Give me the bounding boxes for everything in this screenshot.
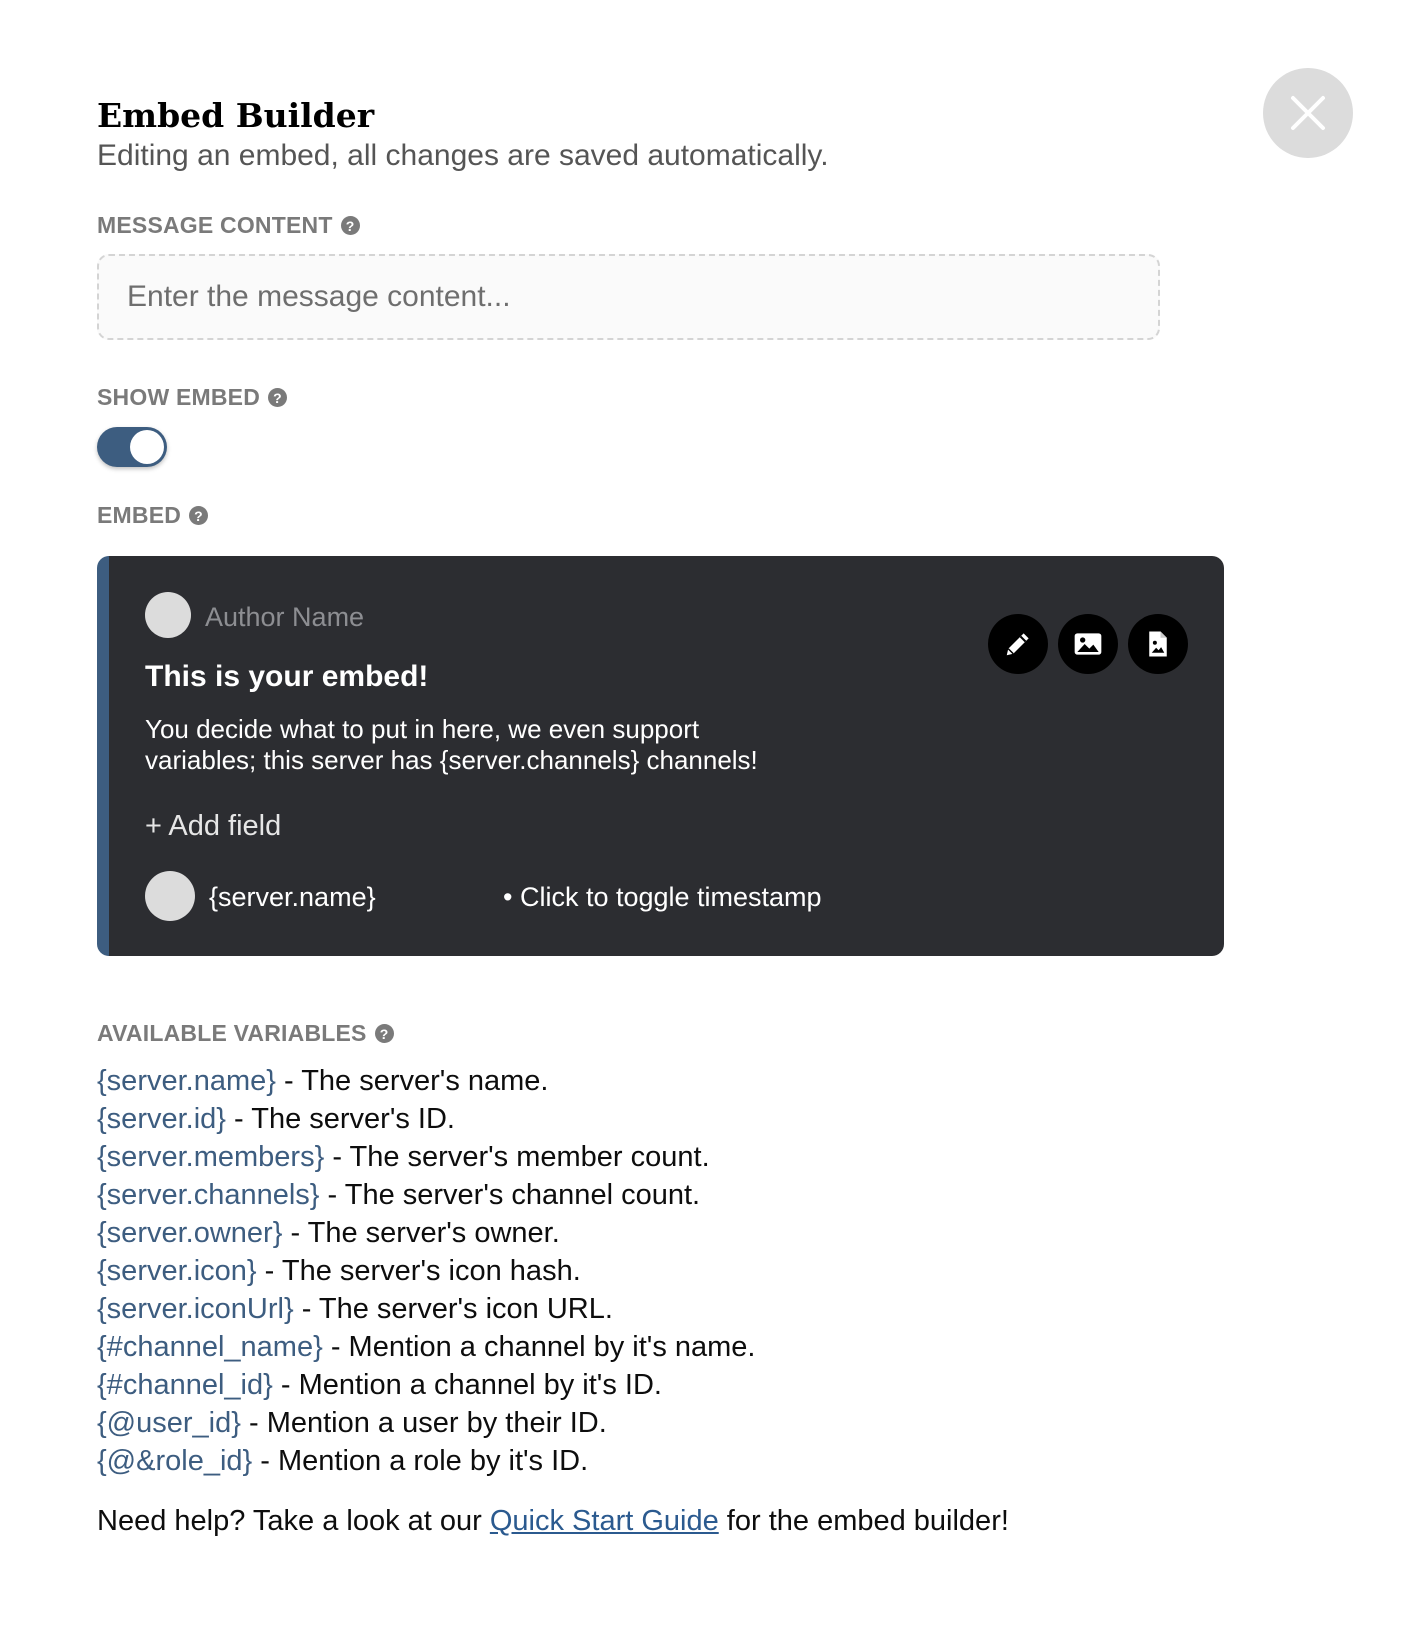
list-item: {server.id} - The server's ID.: [97, 1100, 755, 1138]
variables-list: {server.name} - The server's name. {serv…: [97, 1062, 755, 1480]
show-embed-label-text: SHOW EMBED: [97, 384, 260, 410]
list-item: {server.name} - The server's name.: [97, 1062, 755, 1100]
footer-icon[interactable]: [145, 871, 195, 921]
close-button[interactable]: [1263, 68, 1353, 158]
embed-actions: [988, 614, 1188, 674]
help-text: Need help? Take a look at our Quick Star…: [97, 1505, 1009, 1538]
message-content-label: MESSAGE CONTENT ?: [97, 212, 360, 239]
embed-label-text: EMBED: [97, 502, 182, 528]
help-text-suffix: for the embed builder!: [718, 1505, 1009, 1537]
variable-name: {server.members}: [97, 1141, 325, 1173]
add-field-button[interactable]: + Add field: [145, 810, 281, 843]
variable-description: - The server's icon URL.: [293, 1293, 613, 1325]
help-icon[interactable]: ?: [374, 1024, 394, 1043]
variable-name: {server.channels}: [97, 1179, 320, 1211]
edit-embed-button[interactable]: [988, 614, 1048, 674]
embed-description-line: You decide what to put in here, we even …: [145, 714, 700, 744]
author-avatar[interactable]: [145, 592, 191, 638]
variable-description: - The server's channel count.: [319, 1179, 701, 1211]
variable-description: - Mention a channel by it's name.: [322, 1331, 756, 1363]
help-icon[interactable]: ?: [268, 388, 287, 407]
page-title: Embed Builder: [97, 96, 375, 135]
list-item: {#channel_id} - Mention a channel by it'…: [97, 1366, 755, 1404]
list-item: {server.icon} - The server's icon hash.: [97, 1252, 755, 1290]
quick-start-guide-link[interactable]: Quick Start Guide: [490, 1505, 719, 1537]
variable-description: - The server's member count.: [324, 1141, 710, 1173]
message-content-label-text: MESSAGE CONTENT: [97, 212, 333, 238]
footer-text[interactable]: {server.name}: [209, 882, 376, 913]
variable-description: - Mention a user by their ID.: [240, 1407, 607, 1439]
help-icon[interactable]: ?: [189, 506, 209, 525]
variable-description: - Mention a channel by it's ID.: [272, 1369, 662, 1401]
show-embed-label: SHOW EMBED ?: [97, 384, 287, 411]
variable-name: {#channel_name}: [97, 1331, 323, 1363]
available-variables-label-text: AVAILABLE VARIABLES: [97, 1020, 367, 1046]
variable-name: {server.owner}: [97, 1217, 283, 1249]
variable-name: {@&role_id}: [97, 1445, 253, 1477]
page-subtitle: Editing an embed, all changes are saved …: [97, 139, 829, 172]
author-name[interactable]: Author Name: [205, 602, 364, 633]
embed-description-line: variables; this server has {server.chann…: [145, 745, 758, 775]
variable-description: - The server's owner.: [282, 1217, 560, 1249]
timestamp-toggle[interactable]: • Click to toggle timestamp: [503, 882, 822, 913]
list-item: {@&role_id} - Mention a role by it's ID.: [97, 1442, 755, 1480]
file-image-icon: [1149, 631, 1167, 657]
list-item: {server.members} - The server's member c…: [97, 1138, 755, 1176]
variable-name: {server.icon}: [97, 1255, 257, 1287]
message-content-input[interactable]: [97, 254, 1160, 340]
list-item: {server.iconUrl} - The server's icon URL…: [97, 1290, 755, 1328]
available-variables-label: AVAILABLE VARIABLES ?: [97, 1020, 394, 1047]
help-icon[interactable]: ?: [340, 216, 360, 235]
image-icon: [1074, 633, 1102, 655]
variable-description: - The server's name.: [275, 1065, 549, 1097]
variable-name: {server.name}: [97, 1065, 276, 1097]
variable-name: {#channel_id}: [97, 1369, 273, 1401]
list-item: {server.channels} - The server's channel…: [97, 1176, 755, 1214]
embed-thumbnail-button[interactable]: [1128, 614, 1188, 674]
embed-image-button[interactable]: [1058, 614, 1118, 674]
embed-description[interactable]: You decide what to put in here, we even …: [145, 714, 845, 776]
variable-description: - The server's icon hash.: [256, 1255, 581, 1287]
toggle-knob: [130, 430, 164, 464]
variable-name: {@user_id}: [97, 1407, 241, 1439]
variable-description: - Mention a role by it's ID.: [252, 1445, 589, 1477]
list-item: {#channel_name} - Mention a channel by i…: [97, 1328, 755, 1366]
list-item: {@user_id} - Mention a user by their ID.: [97, 1404, 755, 1442]
variable-name: {server.iconUrl}: [97, 1293, 294, 1325]
embed-label: EMBED ?: [97, 502, 209, 529]
variable-name: {server.id}: [97, 1103, 226, 1135]
pencil-icon: [1006, 633, 1029, 656]
list-item: {server.owner} - The server's owner.: [97, 1214, 755, 1252]
variable-description: - The server's ID.: [225, 1103, 455, 1135]
close-icon: [1291, 96, 1325, 130]
help-text-prefix: Need help? Take a look at our: [97, 1505, 490, 1537]
show-embed-toggle[interactable]: [97, 427, 167, 467]
embed-preview: Author Name This is your embed! You deci…: [97, 556, 1224, 956]
embed-title[interactable]: This is your embed!: [145, 660, 428, 694]
